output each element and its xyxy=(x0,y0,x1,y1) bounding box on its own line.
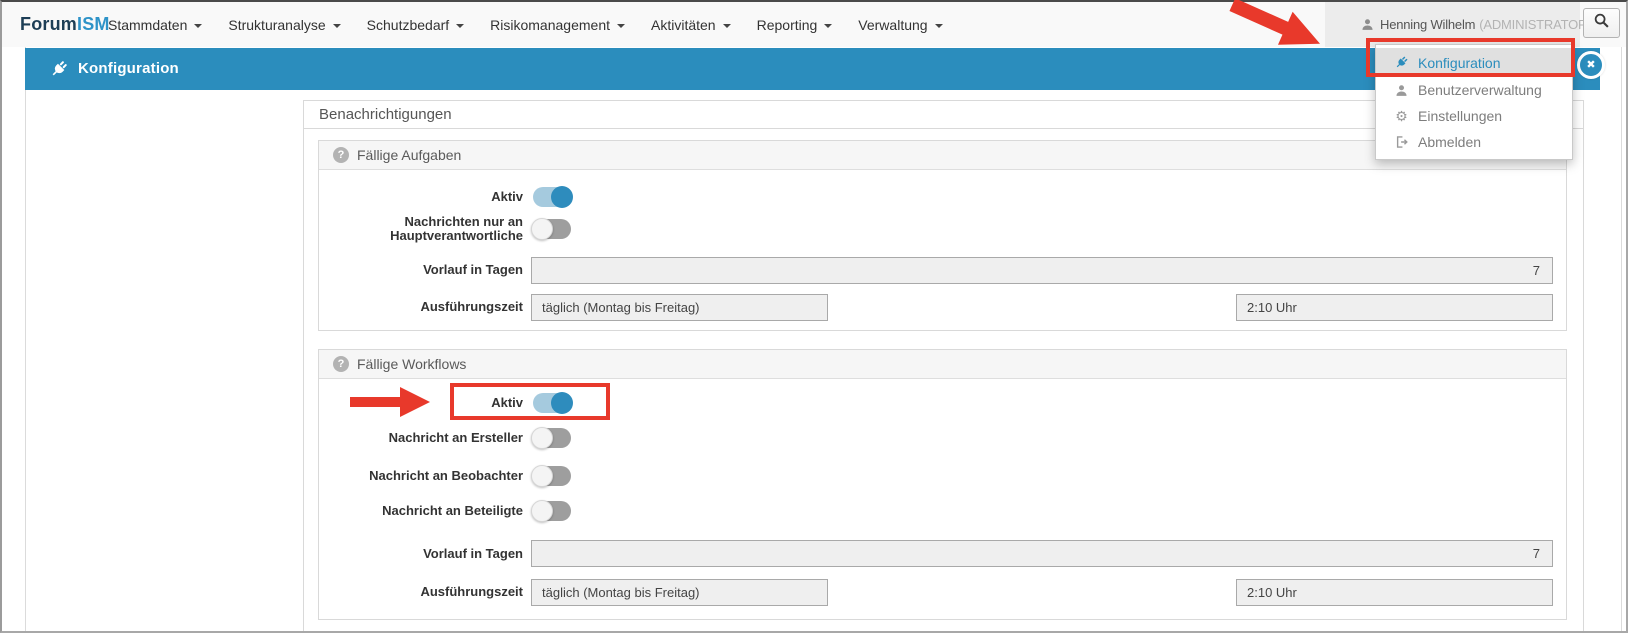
label-line: Nachrichten nur an xyxy=(319,215,523,229)
help-icon[interactable]: ? xyxy=(333,356,349,372)
menu-item-label: Strukturanalyse xyxy=(228,17,325,33)
toggle-knob xyxy=(551,392,573,414)
menu-item-schutzbedarf[interactable]: Schutzbedarf xyxy=(367,17,465,33)
menu-item-stammdaten[interactable]: Stammdaten xyxy=(108,17,202,33)
section-faellige-aufgaben: ? Fällige Aufgaben Aktiv Nachrichten nur… xyxy=(318,140,1567,331)
user-menu-trigger[interactable]: Henning Wilhelm (ADMINISTRATOR) xyxy=(1325,2,1580,47)
chevron-down-icon xyxy=(333,24,341,28)
aktiv-toggle[interactable] xyxy=(533,393,571,413)
chevron-down-icon xyxy=(456,24,464,28)
vorlauf-label: Vorlauf in Tagen xyxy=(319,544,523,564)
menu-item-label: Schutzbedarf xyxy=(367,17,450,33)
user-role: (ADMINISTRATOR) xyxy=(1479,17,1591,32)
ersteller-toggle[interactable] xyxy=(533,428,571,448)
ersteller-label: Nachricht an Ersteller xyxy=(319,428,523,448)
menu-item-verwaltung[interactable]: Verwaltung xyxy=(858,17,942,33)
dropdown-item-benutzerverwaltung[interactable]: Benutzerverwaltung xyxy=(1376,77,1572,103)
beteiligte-toggle[interactable] xyxy=(533,501,571,521)
ausfuehrungszeit-label: Ausführungszeit xyxy=(319,582,523,602)
app-logo[interactable]: ForumISM xyxy=(20,2,110,47)
logo-accent: ISM xyxy=(77,14,110,34)
forumism-app: ForumISM Stammdaten Strukturanalyse Schu… xyxy=(0,0,1628,633)
logo-primary: Forum xyxy=(20,14,77,34)
ausfuehrungszeit-schedule-input[interactable] xyxy=(531,294,828,321)
menu-item-aktivitaeten[interactable]: Aktivitäten xyxy=(651,17,731,33)
section-title: Fällige Workflows xyxy=(357,350,466,378)
beobachter-toggle[interactable] xyxy=(533,466,571,486)
dropdown-item-label: Abmelden xyxy=(1418,134,1481,150)
aktiv-toggle[interactable] xyxy=(533,187,571,207)
gear-icon: ⚙ xyxy=(1394,109,1409,123)
hauptverantwortliche-toggle[interactable] xyxy=(533,219,571,239)
beteiligte-label: Nachricht an Beteiligte xyxy=(319,501,523,521)
menu-item-label: Risikomanagement xyxy=(490,17,610,33)
label-line: Hauptverantwortliche xyxy=(319,229,523,243)
chevron-down-icon xyxy=(935,24,943,28)
dropdown-item-label: Konfiguration xyxy=(1418,55,1501,71)
sign-out-icon xyxy=(1394,135,1409,149)
menu-item-strukturanalyse[interactable]: Strukturanalyse xyxy=(228,17,340,33)
user-icon xyxy=(1394,84,1409,97)
help-icon[interactable]: ? xyxy=(333,147,349,163)
section-title: Fällige Aufgaben xyxy=(357,141,461,169)
toggle-knob xyxy=(531,218,553,240)
menu-item-label: Verwaltung xyxy=(858,17,927,33)
dropdown-item-einstellungen[interactable]: ⚙ Einstellungen xyxy=(1376,103,1572,129)
vorlauf-input[interactable] xyxy=(531,540,1553,567)
section-header: ? Fällige Workflows xyxy=(319,350,1566,379)
page-title: Konfiguration xyxy=(78,48,179,90)
ausfuehrungszeit-label: Ausführungszeit xyxy=(319,297,523,317)
user-icon xyxy=(1361,18,1374,31)
menu-item-label: Stammdaten xyxy=(108,17,187,33)
toggle-knob xyxy=(531,465,553,487)
aktiv-label: Aktiv xyxy=(319,393,523,413)
close-panel-button[interactable]: ✖ xyxy=(1577,51,1605,79)
chevron-down-icon xyxy=(617,24,625,28)
plug-icon xyxy=(49,59,69,84)
main-menu: Stammdaten Strukturanalyse Schutzbedarf … xyxy=(108,2,943,47)
dropdown-item-label: Benutzerverwaltung xyxy=(1418,82,1542,98)
top-navbar: ForumISM Stammdaten Strukturanalyse Schu… xyxy=(2,2,1626,47)
dropdown-item-label: Einstellungen xyxy=(1418,108,1502,124)
user-dropdown-menu: Konfiguration Benutzerverwaltung ⚙ Einst… xyxy=(1375,44,1573,160)
menu-item-label: Aktivitäten xyxy=(651,17,716,33)
menu-item-reporting[interactable]: Reporting xyxy=(757,17,833,33)
page-header-bar: Konfiguration xyxy=(25,48,1600,90)
toggle-knob xyxy=(531,427,553,449)
chevron-down-icon xyxy=(194,24,202,28)
ausfuehrungszeit-schedule-input[interactable] xyxy=(531,579,828,606)
dropdown-item-konfiguration[interactable]: Konfiguration xyxy=(1376,48,1572,77)
ausfuehrungszeit-time-input[interactable] xyxy=(1236,294,1553,321)
menu-item-risikomanagement[interactable]: Risikomanagement xyxy=(490,17,625,33)
search-button[interactable] xyxy=(1583,8,1620,38)
vorlauf-label: Vorlauf in Tagen xyxy=(319,260,523,280)
plug-icon xyxy=(1394,55,1409,70)
aktiv-label: Aktiv xyxy=(319,187,523,207)
chevron-down-icon xyxy=(723,24,731,28)
dropdown-item-abmelden[interactable]: Abmelden xyxy=(1376,129,1572,155)
search-icon xyxy=(1593,12,1610,34)
toggle-knob xyxy=(531,500,553,522)
menu-item-label: Reporting xyxy=(757,17,818,33)
ausfuehrungszeit-time-input[interactable] xyxy=(1236,579,1553,606)
toggle-knob xyxy=(551,186,573,208)
vorlauf-input[interactable] xyxy=(531,257,1553,284)
section-faellige-workflows: ? Fällige Workflows Aktiv Nachricht an E… xyxy=(318,349,1567,620)
user-name: Henning Wilhelm xyxy=(1380,17,1475,32)
chevron-down-icon xyxy=(824,24,832,28)
beobachter-label: Nachricht an Beobachter xyxy=(319,466,523,486)
hauptverantwortliche-label: Nachrichten nur an Hauptverantwortliche xyxy=(319,215,523,243)
